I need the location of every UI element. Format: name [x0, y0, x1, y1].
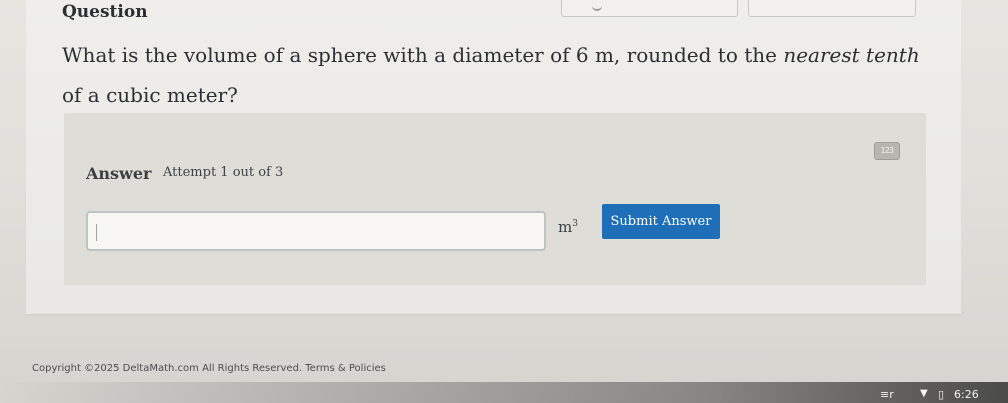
clock[interactable]: 6:26 — [954, 388, 979, 401]
attempt-counter: Attempt 1 out of 3 — [163, 165, 284, 180]
question-text: What is the volume of a sphere with a di… — [62, 35, 922, 115]
unit-label: m3 — [558, 218, 578, 236]
question-text-part2: of a cubic meter? — [62, 83, 238, 107]
battery-icon[interactable]: ▯ — [938, 388, 944, 401]
top-control-1[interactable] — [561, 0, 738, 17]
answer-label: Answer — [86, 164, 152, 183]
taskbar — [0, 382, 1008, 403]
question-text-part1: What is the volume of a sphere with a di… — [62, 43, 784, 67]
unit-base: m — [558, 218, 573, 236]
unit-exponent: 3 — [572, 219, 578, 229]
answer-input[interactable] — [86, 211, 546, 251]
keyboard-icon[interactable]: 123 — [874, 142, 900, 160]
top-control-1-icon — [592, 3, 602, 11]
top-control-2[interactable] — [748, 0, 916, 17]
text-cursor — [96, 224, 97, 241]
question-text-emphasis: nearest tenth — [783, 43, 920, 67]
wifi-icon[interactable]: ▼ — [920, 388, 928, 399]
answer-panel — [64, 113, 926, 285]
ime-icon[interactable]: ≡r — [880, 388, 894, 401]
submit-answer-button[interactable]: Submit Answer — [602, 204, 720, 239]
question-heading: Question — [62, 2, 148, 22]
copyright-text[interactable]: Copyright ©2025 DeltaMath.com All Rights… — [32, 363, 386, 374]
